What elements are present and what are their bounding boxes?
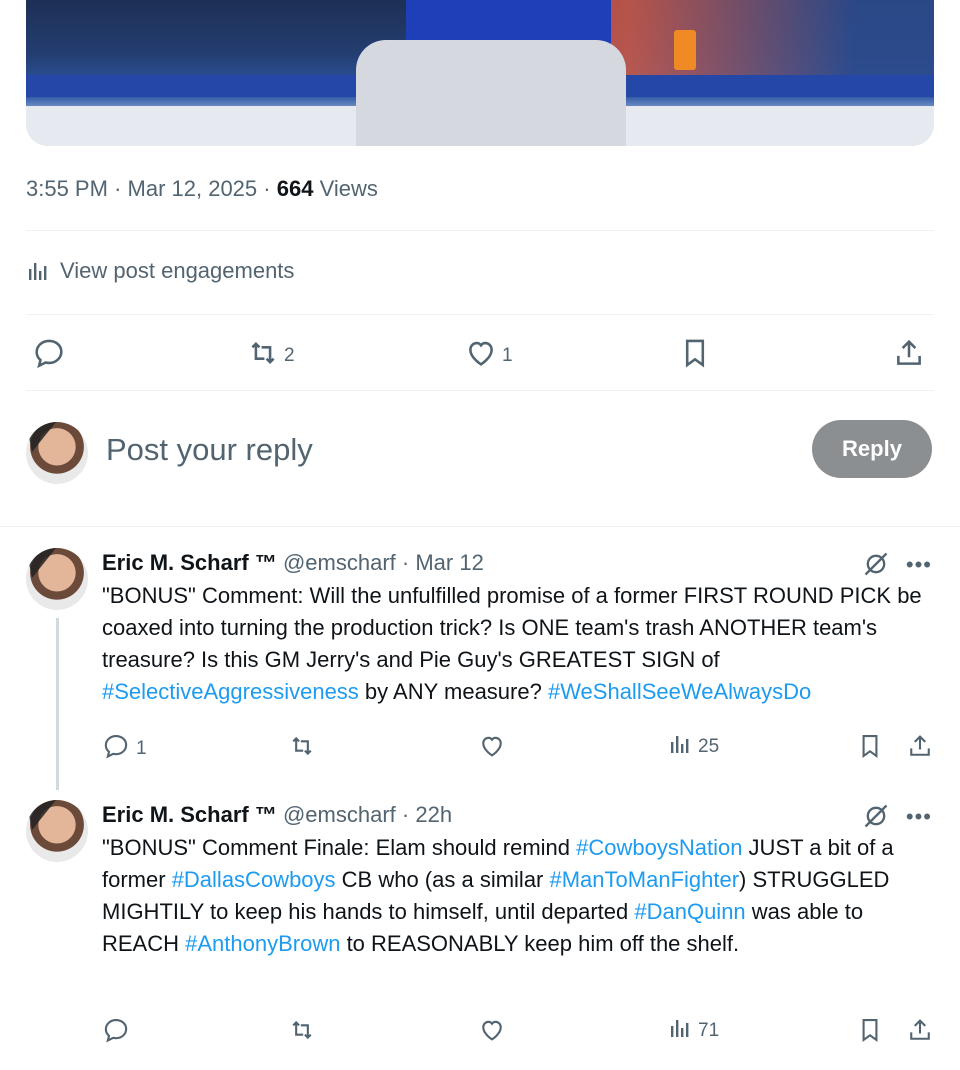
avatar[interactable] <box>26 548 88 610</box>
more-options-icon[interactable]: ••• <box>906 552 932 578</box>
tweet-text-segment: to REASONABLY keep him off the shelf. <box>340 931 740 956</box>
view-engagements-label: View post engagements <box>60 258 295 283</box>
tweet-action-bar: 71 <box>102 1016 934 1046</box>
repost-count: 2 <box>284 345 295 366</box>
post-action-bar: 2 1 <box>26 336 934 372</box>
tweet-text-segment: "BONUS" Comment Finale: Elam should remi… <box>102 835 577 860</box>
avatar[interactable] <box>26 422 88 484</box>
reply-submit-button[interactable]: Reply <box>812 420 932 478</box>
divider <box>0 526 960 527</box>
tweet-header: Eric M. Scharf ™ @emscharf · 22h <box>102 802 453 827</box>
views-count: 25 <box>698 736 720 757</box>
post-time[interactable]: 3:55 PM <box>26 176 108 201</box>
reply-count: 1 <box>136 738 147 759</box>
author-handle[interactable]: @emscharf <box>283 550 396 575</box>
hashtag-link[interactable]: #AnthonyBrown <box>185 931 340 956</box>
bookmark-button[interactable] <box>856 1016 884 1050</box>
views-count: 71 <box>698 1020 720 1041</box>
post-meta: 3:55 PM · Mar 12, 2025 · 664 Views <box>26 176 378 201</box>
repost-button[interactable] <box>288 732 316 766</box>
hashtag-link[interactable]: #DanQuinn <box>634 899 745 924</box>
tweet-text: "BONUS" Comment Finale: Elam should remi… <box>102 832 942 960</box>
bookmark-button[interactable] <box>678 336 712 376</box>
tweet-text-segment: "BONUS" Comment: Will the unfulfilled pr… <box>102 583 922 672</box>
share-icon <box>906 732 934 766</box>
analytics-icon <box>26 259 50 283</box>
repost-icon <box>246 336 280 376</box>
reply-button[interactable] <box>32 336 66 376</box>
reply-tweet[interactable]: Eric M. Scharf ™ @emscharf · Mar 12 ••• … <box>26 548 934 790</box>
tweet-text-segment: by ANY measure? <box>358 679 548 704</box>
tweet-text: "BONUS" Comment: Will the unfulfilled pr… <box>102 580 942 708</box>
author-name[interactable]: Eric M. Scharf ™ <box>102 550 277 575</box>
heart-icon <box>464 336 498 376</box>
analytics-icon <box>668 1016 692 1046</box>
media-player-shorts <box>356 40 626 146</box>
hashtag-link[interactable]: #WeShallSeeWeAlwaysDo <box>548 679 811 704</box>
hashtag-link[interactable]: #ManToManFighter <box>550 867 740 892</box>
share-button[interactable] <box>906 732 934 766</box>
view-engagements-link[interactable]: View post engagements <box>26 258 294 284</box>
reply-button[interactable]: 1 <box>102 732 147 766</box>
repost-button[interactable]: 2 <box>246 336 295 376</box>
tweet-time[interactable]: 22h <box>415 802 452 827</box>
divider <box>26 230 934 231</box>
analytics-icon <box>668 732 692 762</box>
like-button[interactable]: 1 <box>464 336 513 376</box>
repost-icon <box>288 732 316 766</box>
repost-icon <box>288 1016 316 1050</box>
reply-icon <box>102 1016 130 1050</box>
heart-icon <box>478 732 506 766</box>
share-button[interactable] <box>906 1016 934 1050</box>
author-handle[interactable]: @emscharf <box>283 802 396 827</box>
like-button[interactable] <box>478 1016 506 1050</box>
reply-composer: Post your reply Reply <box>26 420 934 484</box>
tweet-time[interactable]: Mar 12 <box>415 550 483 575</box>
tweet-action-bar: 1 25 <box>102 732 934 762</box>
divider <box>26 390 934 391</box>
views-count: 664 <box>276 176 314 201</box>
share-button[interactable] <box>892 336 926 376</box>
bookmark-icon <box>856 732 884 766</box>
like-count: 1 <box>502 345 513 366</box>
author-name[interactable]: Eric M. Scharf ™ <box>102 802 277 827</box>
post-date[interactable]: Mar 12, 2025 <box>128 176 258 201</box>
share-icon <box>906 1016 934 1050</box>
hashtag-link[interactable]: #CowboysNation <box>576 835 742 860</box>
grok-icon[interactable] <box>862 550 890 583</box>
reply-tweet[interactable]: Eric M. Scharf ™ @emscharf · 22h ••• "BO… <box>26 800 934 1050</box>
grok-icon[interactable] <box>862 802 890 835</box>
post-media-image[interactable] <box>26 0 934 146</box>
bookmark-button[interactable] <box>856 732 884 766</box>
avatar[interactable] <box>26 800 88 862</box>
reply-icon <box>32 336 66 376</box>
reply-button[interactable] <box>102 1016 130 1050</box>
heart-icon <box>478 1016 506 1050</box>
like-button[interactable] <box>478 732 506 766</box>
bookmark-icon <box>678 336 712 376</box>
share-icon <box>892 336 926 376</box>
reply-icon <box>102 732 130 766</box>
bookmark-icon <box>856 1016 884 1050</box>
views-label: Views <box>319 176 378 201</box>
divider <box>26 314 934 315</box>
tweet-header: Eric M. Scharf ™ @emscharf · Mar 12 <box>102 550 484 575</box>
hashtag-link[interactable]: #DallasCowboys <box>172 867 336 892</box>
reply-input[interactable]: Post your reply <box>106 432 313 468</box>
media-cone <box>674 30 696 70</box>
repost-button[interactable] <box>288 1016 316 1050</box>
tweet-text-segment: CB who (as a similar <box>335 867 550 892</box>
thread-line <box>56 618 59 790</box>
more-options-icon[interactable]: ••• <box>906 804 932 830</box>
views-button[interactable]: 25 <box>668 732 719 762</box>
hashtag-link[interactable]: #SelectiveAggressiveness <box>102 679 359 704</box>
views-button[interactable]: 71 <box>668 1016 719 1046</box>
